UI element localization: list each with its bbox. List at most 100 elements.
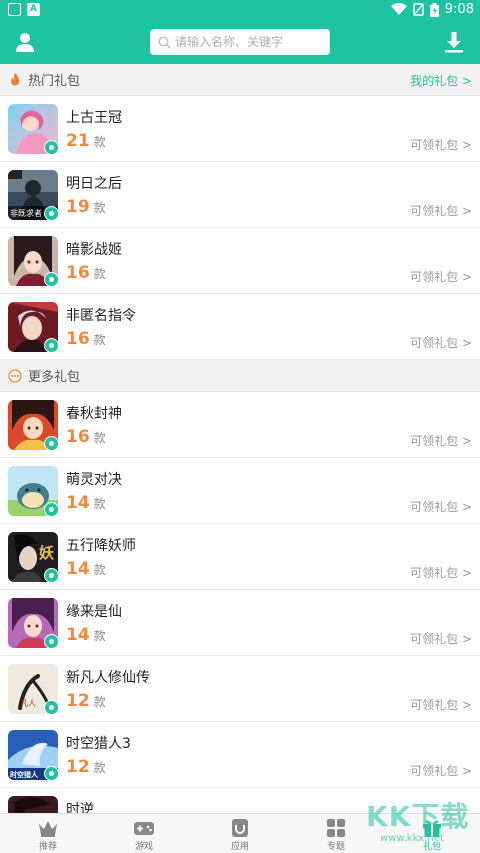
gift-count: 16	[66, 263, 90, 283]
verified-badge-icon	[44, 206, 58, 220]
fire-icon	[11, 72, 19, 85]
game-row-chunqiu[interactable]: 春秋封神 16 款 可领礼包 >	[0, 392, 480, 458]
thumbnail-caption: 非既求者	[10, 209, 42, 218]
user-icon[interactable]	[14, 31, 36, 53]
signal-off-icon	[413, 3, 424, 16]
verified-badge-icon	[44, 436, 58, 450]
game-row-mengling[interactable]: 萌灵对决 14 款 可领礼包 >	[0, 458, 480, 524]
game-row-mingri[interactable]: 非既求者 明日之后 19 款 可领礼包 >	[0, 162, 480, 228]
gift-count: 16	[66, 329, 90, 349]
nav-label: 游戏	[134, 842, 153, 852]
count-unit: 款	[93, 695, 106, 709]
app-notification-icon: A	[27, 3, 40, 16]
game-row-anying[interactable]: 暗影战姬 16 款 可领礼包 >	[0, 228, 480, 294]
gift-count: 21	[66, 131, 90, 151]
game-name: 上古王冠	[66, 110, 122, 126]
game-row-shikong[interactable]: 时空猎人 时空猎人3 12 款 可领礼包 >	[0, 722, 480, 788]
claim-gift-link[interactable]: 可领礼包 >	[410, 630, 472, 647]
nav-tab-recommend[interactable]: 推荐	[0, 814, 96, 853]
game-row-xinfanren[interactable]: 凡人 新凡人修仙传 12 款 可领礼包 >	[0, 656, 480, 722]
game-thumbnail: 凡人	[8, 664, 58, 714]
nav-label: 推荐	[38, 842, 57, 852]
game-name: 时空猎人3	[66, 736, 131, 752]
watermark-url: www.kkx.net	[380, 833, 444, 844]
watermark-text: KK下载	[366, 800, 470, 833]
clock: 9:08	[444, 2, 474, 17]
game-name: 春秋封神	[66, 406, 122, 422]
verified-badge-icon	[44, 766, 58, 780]
download-icon[interactable]	[444, 31, 464, 53]
my-gifts-link[interactable]: 我的礼包 >	[410, 72, 472, 89]
count-unit: 款	[93, 201, 106, 215]
game-thumbnail: 非既求者	[8, 170, 58, 220]
claim-gift-link[interactable]: 可领礼包 >	[410, 564, 472, 581]
more-dots-icon	[8, 368, 22, 383]
game-thumbnail	[8, 598, 58, 648]
verified-badge-icon	[44, 700, 58, 714]
claim-gift-link[interactable]: 可领礼包 >	[410, 762, 472, 779]
battery-icon	[429, 2, 439, 17]
game-row-wuxing[interactable]: 妖 五行降妖师 14 款 可领礼包 >	[0, 524, 480, 590]
nav-tab-apps[interactable]: 应用	[192, 814, 288, 853]
game-thumbnail: 时空猎人	[8, 730, 58, 780]
claim-gift-link[interactable]: 可领礼包 >	[410, 498, 472, 515]
game-thumbnail	[8, 236, 58, 286]
thumbnail-caption: 妖	[39, 544, 55, 562]
game-name: 缘来是仙	[66, 604, 122, 620]
gift-count: 12	[66, 691, 90, 711]
verified-badge-icon	[44, 272, 58, 286]
crown-icon	[39, 821, 57, 837]
count-unit: 款	[93, 267, 106, 281]
game-thumbnail	[8, 302, 58, 352]
verified-badge-icon	[44, 502, 58, 516]
grid-icon	[327, 819, 345, 837]
claim-gift-link[interactable]: 可领礼包 >	[410, 136, 472, 153]
verified-badge-icon	[44, 140, 58, 154]
game-row-feinimingzhiling[interactable]: 非匿名指令 16 款 可领礼包 >	[0, 294, 480, 360]
game-name: 萌灵对决	[66, 472, 122, 488]
count-unit: 款	[93, 761, 106, 775]
gift-center-page: A 9:08 热门礼包 我的礼包 >	[0, 0, 480, 853]
game-thumbnail	[8, 466, 58, 516]
hot-gifts-section-header: 热门礼包 我的礼包 >	[0, 64, 480, 96]
nav-tab-games[interactable]: 游戏	[96, 814, 192, 853]
game-row-yuanlai[interactable]: 缘来是仙 14 款 可领礼包 >	[0, 590, 480, 656]
verified-badge-icon	[44, 568, 58, 582]
claim-gift-link[interactable]: 可领礼包 >	[410, 432, 472, 449]
claim-gift-link[interactable]: 可领礼包 >	[410, 268, 472, 285]
claim-gift-link[interactable]: 可领礼包 >	[410, 334, 472, 351]
wifi-icon	[390, 3, 407, 15]
count-unit: 款	[93, 333, 106, 347]
claim-gift-link[interactable]: 可领礼包 >	[410, 696, 472, 713]
count-unit: 款	[93, 431, 106, 445]
gift-count: 12	[66, 757, 90, 777]
app-header	[0, 20, 480, 64]
site-watermark: KK下载 www.kkx.net	[360, 793, 480, 853]
game-name: 明日之后	[66, 176, 122, 192]
verified-badge-icon	[44, 634, 58, 648]
game-name: 非匿名指令	[66, 308, 136, 324]
game-thumbnail	[8, 104, 58, 154]
game-row-shanggu[interactable]: 上古王冠 21 款 可领礼包 >	[0, 96, 480, 162]
search-input[interactable]	[175, 35, 325, 49]
game-thumbnail: 妖	[8, 532, 58, 582]
claim-gift-link[interactable]: 可领礼包 >	[410, 202, 472, 219]
verified-badge-icon	[44, 338, 58, 352]
gift-count: 19	[66, 197, 90, 217]
gift-count: 16	[66, 427, 90, 447]
nav-label: 应用	[230, 842, 249, 852]
app-icon	[232, 819, 248, 837]
count-unit: 款	[93, 563, 106, 577]
count-unit: 款	[93, 497, 106, 511]
thumbnail-caption: 凡人	[20, 699, 36, 708]
nav-label: 专题	[326, 842, 345, 852]
search-bar[interactable]	[150, 29, 330, 55]
search-icon	[158, 35, 171, 49]
notification-square-icon	[8, 3, 21, 16]
game-name: 五行降妖师	[66, 538, 136, 554]
status-bar: A 9:08	[0, 0, 480, 20]
gift-count: 14	[66, 625, 90, 645]
gift-count: 14	[66, 493, 90, 513]
game-name: 新凡人修仙传	[66, 670, 150, 686]
thumbnail-caption: 时空猎人	[10, 771, 38, 779]
